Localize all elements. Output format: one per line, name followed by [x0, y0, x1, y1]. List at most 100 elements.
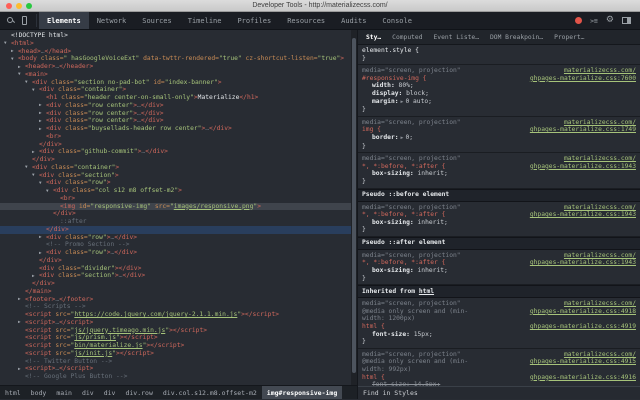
tree-row[interactable]: ▶<footer>…</footer> — [0, 296, 357, 304]
zoom-button[interactable] — [26, 3, 32, 9]
device-mode-icon[interactable] — [22, 16, 27, 25]
tree-row[interactable]: ▼<div class="row"> — [0, 179, 357, 187]
tree-row[interactable]: <script src="js/prism.js"></script> — [0, 334, 357, 342]
tree-row[interactable]: ▶<div class="github-commit">…</div> — [0, 148, 357, 156]
tab-network[interactable]: Network — [89, 12, 135, 29]
tree-row[interactable]: ▼<main> — [0, 71, 357, 79]
tab-elements[interactable]: Elements — [39, 12, 89, 29]
inspect-icon[interactable] — [7, 17, 15, 25]
chevron-down-icon[interactable]: ▼ — [4, 40, 11, 47]
tree-row[interactable]: <script src="https://code.jquery.com/jqu… — [0, 311, 357, 319]
chevron-right-icon[interactable]: ▶ — [39, 250, 46, 257]
tree-row[interactable]: </div> — [0, 257, 357, 265]
stylesheet-link[interactable]: materializecss.com/ — [564, 155, 636, 163]
tree-row[interactable]: </div> — [0, 210, 357, 218]
tab-profiles[interactable]: Profiles — [229, 12, 279, 29]
tree-row[interactable]: <script src="js/jquery.timeago.min.js"><… — [0, 327, 357, 335]
tree-row[interactable]: <!-- Promo Section --> — [0, 241, 357, 249]
stylesheet-link[interactable]: ghpages-materialize.css:1943 — [530, 259, 636, 267]
stylesheet-link[interactable]: ghpages-materialize.css:1943 — [530, 163, 636, 171]
chevron-right-icon[interactable]: ▶ — [32, 149, 39, 156]
tree-row[interactable]: <script src="js/init.js"></script> — [0, 350, 357, 358]
minimize-button[interactable] — [16, 3, 22, 9]
tree-row[interactable]: ▼<body class=" hasGoogleVoiceExt" data-t… — [0, 55, 357, 63]
stylesheet-link[interactable]: ghpages-materialize.css:1943 — [530, 211, 636, 219]
sidebar-tab-propert[interactable]: Propert… — [554, 34, 584, 41]
tree-row[interactable]: <br> — [0, 195, 357, 203]
chevron-down-icon[interactable]: ▼ — [25, 79, 32, 86]
tree-row[interactable]: ▶<div class="row">…</div> — [0, 249, 357, 257]
stylesheet-link[interactable]: materializecss.com/ — [564, 351, 636, 359]
stylesheet-link[interactable]: materializecss.com/ — [564, 252, 636, 260]
tree-row[interactable]: </div> — [0, 141, 357, 149]
stylesheet-link[interactable]: ghpages-materialize.css:4919 — [530, 323, 636, 331]
tree-row[interactable]: ▶<head>…</head> — [0, 48, 357, 56]
sidebar-tab-computed[interactable]: Computed — [392, 34, 422, 41]
tree-row[interactable]: ▼<div class="container"> — [0, 164, 357, 172]
scrollbar-thumb[interactable] — [352, 38, 356, 373]
console-drawer-icon[interactable]: >≡ — [590, 17, 598, 25]
tree-row[interactable]: ▼<div class="col s12 m8 offset-m2"> — [0, 187, 357, 195]
chevron-down-icon[interactable]: ▼ — [11, 56, 18, 63]
tab-audits[interactable]: Audits — [333, 12, 374, 29]
chevron-right-icon[interactable]: ▶ — [32, 273, 39, 280]
breadcrumb-item-div-col-s12-m8-offset-m2[interactable]: div.col.s12.m8.offset-m2 — [158, 386, 262, 399]
tree-row[interactable]: ▼<div class="section no-pad-bot" id="ind… — [0, 79, 357, 87]
chevron-right-icon[interactable]: ▶ — [18, 366, 25, 373]
chevron-right-icon[interactable]: ▶ — [39, 118, 46, 125]
tree-row[interactable]: <script src="bin/materialize.js"></scrip… — [0, 342, 357, 350]
tree-row[interactable]: <!-- Scripts --> — [0, 303, 357, 311]
tree-row[interactable]: ▶<header>…</header> — [0, 63, 357, 71]
tab-resources[interactable]: Resources — [279, 12, 333, 29]
stylesheet-link[interactable]: materializecss.com/ — [564, 67, 636, 75]
tree-row[interactable]: ▼<div class="container"> — [0, 86, 357, 94]
chevron-right-icon[interactable]: ▶ — [18, 296, 25, 303]
tree-row[interactable]: <!DOCTYPE html> — [0, 32, 357, 40]
tree-row[interactable]: ▶<div class="section">…</div> — [0, 272, 357, 280]
tree-row[interactable]: <img id="responsive-img" src="images/res… — [0, 203, 357, 211]
chevron-right-icon[interactable]: ▶ — [39, 102, 46, 109]
tree-row[interactable]: ▶<div class="row">…</div> — [0, 234, 357, 242]
tab-timeline[interactable]: Timeline — [180, 12, 230, 29]
tree-row[interactable]: ▶<div class="row center">…</div> — [0, 110, 357, 118]
tab-console[interactable]: Console — [374, 12, 420, 29]
tree-row[interactable]: <div class="divider"></div> — [0, 265, 357, 273]
breadcrumb-item-div[interactable]: div — [99, 386, 121, 399]
tree-row[interactable]: ▼<html> — [0, 40, 357, 48]
breadcrumb-item-img-responsive-img[interactable]: img#responsive-img — [262, 386, 342, 399]
sidebar-tab-sty[interactable]: Sty… — [366, 34, 381, 41]
stylesheet-link[interactable]: ghpages-materialize.css:4918 — [530, 308, 636, 316]
chevron-down-icon[interactable]: ▼ — [32, 87, 39, 94]
stylesheet-link[interactable]: materializecss.com/ — [564, 300, 636, 308]
dock-side-icon[interactable] — [622, 17, 631, 24]
tree-row[interactable]: </main> — [0, 288, 357, 296]
error-badge[interactable] — [575, 17, 582, 24]
breadcrumb-item-html[interactable]: html — [0, 386, 26, 399]
tree-row[interactable]: ▶<script>…</script> — [0, 365, 357, 373]
chevron-right-icon[interactable]: ▶ — [11, 48, 18, 55]
tree-row[interactable]: ▼<div class="section"> — [0, 172, 357, 180]
chevron-down-icon[interactable]: ▼ — [39, 180, 46, 187]
chevron-right-icon[interactable]: ▶ — [18, 64, 25, 71]
tree-row[interactable]: ▶<div class="row center">…</div> — [0, 117, 357, 125]
chevron-down-icon[interactable]: ▼ — [46, 188, 53, 195]
find-in-styles-input[interactable]: Find in Styles — [358, 386, 640, 399]
tree-row[interactable]: <br> — [0, 133, 357, 141]
chevron-right-icon[interactable]: ▶ — [18, 319, 25, 326]
chevron-right-icon[interactable]: ▶ — [39, 110, 46, 117]
breadcrumb-item-body[interactable]: body — [26, 386, 52, 399]
breadcrumb-item-main[interactable]: main — [51, 386, 77, 399]
tree-row[interactable]: ▶<div class="row center">…</div> — [0, 102, 357, 110]
chevron-down-icon[interactable]: ▼ — [25, 164, 32, 171]
chevron-down-icon[interactable]: ▼ — [18, 71, 25, 78]
tree-row[interactable]: <!-- Google Plus Button --> — [0, 373, 357, 381]
stylesheet-link[interactable]: materializecss.com/ — [564, 204, 636, 212]
tab-sources[interactable]: Sources — [134, 12, 180, 29]
stylesheet-link[interactable]: materializecss.com/ — [564, 119, 636, 127]
breadcrumb-item-div-row[interactable]: div.row — [120, 386, 157, 399]
sidebar-tab-eventliste[interactable]: Event Liste… — [434, 34, 480, 41]
stylesheet-link[interactable]: ghpages-materialize.css:1749 — [530, 126, 636, 134]
tree-row[interactable]: ::after — [0, 218, 357, 226]
tree-row[interactable]: <h1 class="header center-on-small-only">… — [0, 94, 357, 102]
stylesheet-link[interactable]: ghpages-materialize.css:4916 — [530, 374, 636, 382]
